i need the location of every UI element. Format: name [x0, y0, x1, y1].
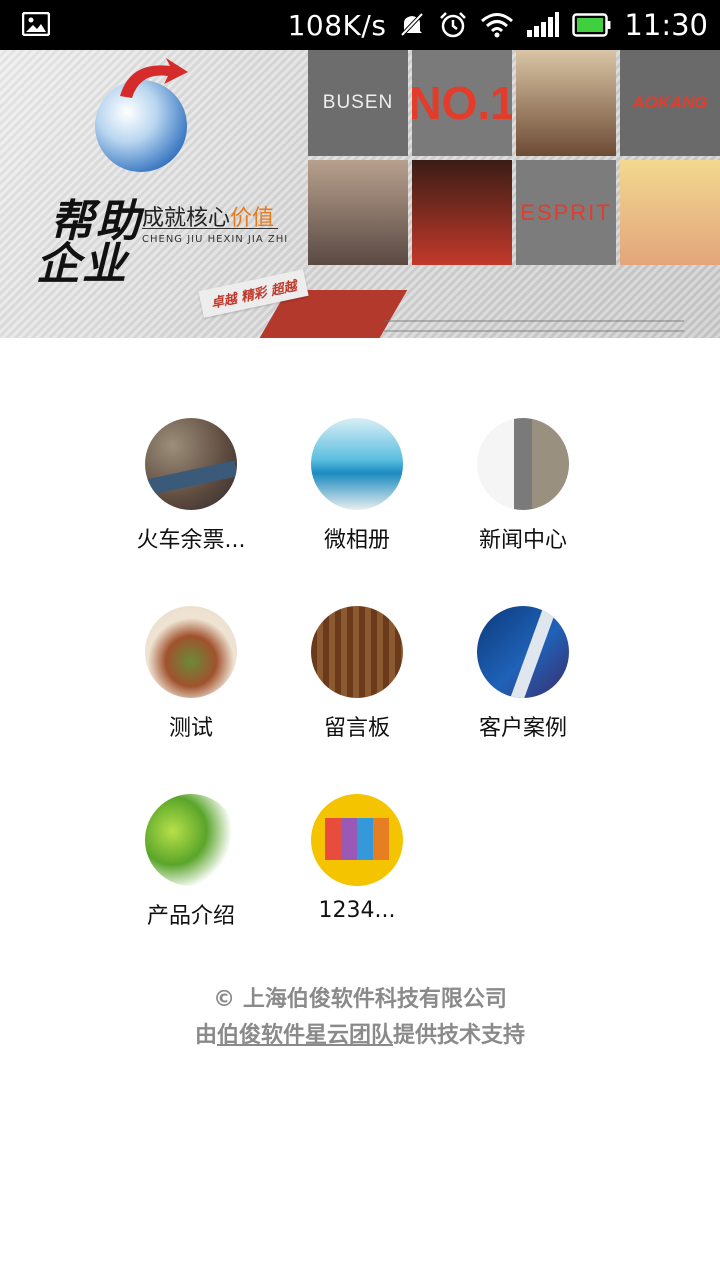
photo-album-icon [311, 418, 403, 510]
alarm-icon [440, 12, 467, 38]
arrow-icon [120, 58, 188, 98]
clock: 11:30 [624, 8, 708, 42]
grid-item-news-center[interactable]: 新闻中心 [440, 418, 606, 568]
grid-item-label: 微相册 [323, 528, 390, 553]
brand-tile-model [308, 160, 408, 265]
test-icon [145, 606, 237, 698]
copyright-text: © 上海伯俊软件科技有限公司 [213, 987, 507, 1012]
footer: © 上海伯俊软件科技有限公司 由伯俊软件星云团队提供技术支持 [0, 982, 720, 1054]
product-intro-icon [145, 794, 237, 886]
signal-icon [527, 12, 560, 37]
grid-item-label: 客户案例 [478, 716, 567, 741]
message-board-icon [311, 606, 403, 698]
support-team-link[interactable]: 伯俊软件星云团队 [217, 1023, 393, 1048]
grid-item-label: 留言板 [323, 716, 390, 741]
train-tickets-icon [145, 418, 237, 510]
support-suffix: 提供技术支持 [393, 1023, 526, 1048]
brand-tile-model-red [412, 160, 512, 265]
banner-slogan-line2: 企业 [36, 239, 128, 290]
wifi-icon [481, 13, 514, 38]
grid-item-1234[interactable]: 1234... [274, 794, 440, 944]
grid-item-label: 产品介绍 [146, 904, 235, 929]
grid-item-label: 新闻中心 [478, 528, 567, 553]
brand-tile-photo [516, 50, 616, 156]
banner-pinyin: CHENG JIU HEXIN JIA ZHI [142, 234, 289, 245]
banner-fineprint [384, 320, 684, 338]
banner-carousel[interactable]: 帮助 企业 成就核心价值 CHENG JIU HEXIN JIA ZHI 卓越 … [0, 50, 720, 338]
grid-item-label: 火车余票... [136, 528, 246, 553]
grid-item-product-intro[interactable]: 产品介绍 [108, 794, 274, 944]
grid-item-label: 1234... [318, 898, 396, 923]
brand-tiles: BUSEN NO.1 AOKANG ESPRIT [308, 50, 720, 265]
image-notification-icon [22, 12, 50, 36]
battery-icon [572, 13, 611, 37]
grid-item-message-board[interactable]: 留言板 [274, 606, 440, 756]
brand-tile-busen: BUSEN [308, 50, 408, 156]
banner-divider [142, 228, 278, 229]
grid-item-train-tickets[interactable]: 火车余票... [108, 418, 274, 568]
news-center-icon [477, 418, 569, 510]
support-prefix: 由 [194, 1023, 217, 1048]
grid-item-customer-cases[interactable]: 客户案例 [440, 606, 606, 756]
brand-tile-models-smiling [620, 160, 720, 265]
customer-cases-icon [477, 606, 569, 698]
grid-item-label: 测试 [168, 716, 213, 741]
status-bar: 108K/s 11:30 [0, 0, 720, 50]
brand-tile-esprit: ESPRIT [516, 160, 616, 265]
brand-tile-aokang: AOKANG [620, 50, 720, 156]
grid-item-test[interactable]: 测试 [108, 606, 274, 756]
grid-item-photo-album[interactable]: 微相册 [274, 418, 440, 568]
brand-tile-no1: NO.1 [412, 50, 512, 156]
item-1234-icon [311, 794, 403, 886]
tech-support-line: 由伯俊软件星云团队提供技术支持 [0, 1018, 720, 1054]
network-speed: 108K/s [287, 8, 387, 42]
mute-icon [400, 12, 424, 37]
